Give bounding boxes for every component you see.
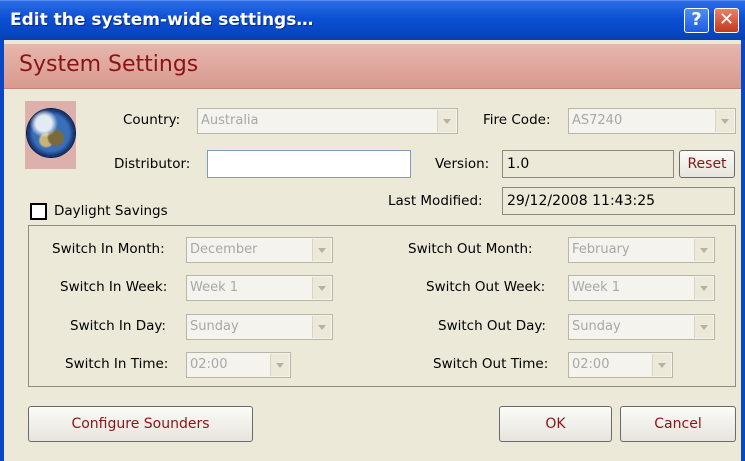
version-value: 1.0 — [507, 156, 530, 172]
switch-in-day-value: Sunday — [190, 319, 239, 334]
fire-code-value: AS7240 — [572, 113, 623, 128]
switch-out-week-select[interactable]: Week 1 — [568, 275, 715, 301]
fire-code-label: Fire Code: — [483, 112, 551, 128]
last-modified-label: Last Modified: — [388, 193, 483, 209]
chevron-down-icon — [312, 316, 331, 338]
switch-out-day-select[interactable]: Sunday — [568, 314, 715, 340]
cancel-button[interactable]: Cancel — [620, 406, 736, 442]
close-icon: ✕ — [718, 9, 735, 30]
ok-button[interactable]: OK — [499, 406, 612, 442]
window-frame-right — [741, 40, 745, 461]
switch-in-week-label: Switch In Week: — [60, 279, 168, 295]
chevron-down-icon — [312, 239, 331, 261]
switch-out-month-value: February — [572, 242, 630, 257]
switch-out-month-select[interactable]: February — [568, 237, 715, 263]
window-frame-left — [0, 40, 4, 461]
chevron-down-icon — [694, 239, 713, 261]
chevron-down-icon — [694, 277, 713, 299]
chevron-down-icon — [715, 110, 734, 132]
switch-in-month-select[interactable]: December — [186, 237, 333, 263]
switch-in-day-label: Switch In Day: — [70, 318, 166, 334]
switch-out-time-select[interactable]: 02:00 — [568, 352, 673, 378]
switch-in-day-select[interactable]: Sunday — [186, 314, 333, 340]
help-button[interactable]: ? — [684, 8, 709, 33]
chevron-down-icon — [652, 354, 671, 376]
help-icon: ? — [691, 9, 702, 30]
close-button[interactable]: ✕ — [714, 8, 739, 33]
daylight-savings-label: Daylight Savings — [54, 203, 168, 219]
chevron-down-icon — [312, 277, 331, 299]
switch-in-time-label: Switch In Time: — [65, 356, 169, 372]
cancel-label: Cancel — [654, 416, 702, 432]
last-modified-field: 29/12/2008 11:43:25 — [502, 187, 735, 215]
daylight-savings-checkbox[interactable] — [30, 203, 47, 220]
chevron-down-icon — [437, 110, 456, 132]
switch-out-month-label: Switch Out Month: — [408, 241, 533, 257]
distributor-field[interactable] — [207, 150, 411, 178]
switch-out-week-value: Week 1 — [572, 280, 621, 295]
country-label: Country: — [123, 112, 181, 128]
switch-out-week-label: Switch Out Week: — [426, 279, 546, 295]
switch-out-time-label: Switch Out Time: — [433, 356, 549, 372]
ok-label: OK — [545, 416, 566, 432]
country-value: Australia — [201, 113, 259, 128]
switch-in-week-value: Week 1 — [190, 280, 239, 295]
reset-button[interactable]: Reset — [679, 150, 735, 178]
configure-sounders-label: Configure Sounders — [71, 416, 210, 432]
window-title: Edit the system-wide settings… — [10, 10, 314, 30]
switch-out-day-value: Sunday — [572, 319, 621, 334]
switch-in-time-select[interactable]: 02:00 — [186, 352, 291, 378]
globe-icon — [27, 109, 75, 157]
switch-in-time-value: 02:00 — [190, 357, 228, 372]
last-modified-value: 29/12/2008 11:43:25 — [507, 193, 656, 209]
reset-label: Reset — [687, 156, 727, 172]
distributor-label: Distributor: — [114, 156, 191, 172]
title-bar: Edit the system-wide settings… ? ✕ — [0, 0, 745, 40]
switch-in-week-select[interactable]: Week 1 — [186, 275, 333, 301]
switch-in-month-value: December — [190, 242, 258, 257]
switch-out-time-value: 02:00 — [572, 357, 610, 372]
header-band: System Settings — [4, 44, 741, 89]
configure-sounders-button[interactable]: Configure Sounders — [28, 406, 253, 442]
fire-code-select[interactable]: AS7240 — [568, 108, 736, 134]
chevron-down-icon — [694, 316, 713, 338]
switch-in-month-label: Switch In Month: — [52, 241, 165, 257]
chevron-down-icon — [270, 354, 289, 376]
country-select[interactable]: Australia — [197, 108, 458, 134]
version-label: Version: — [435, 156, 490, 172]
globe-image — [25, 101, 76, 169]
page-title: System Settings — [19, 52, 199, 77]
version-field: 1.0 — [502, 150, 674, 178]
switch-out-day-label: Switch Out Day: — [438, 318, 546, 334]
